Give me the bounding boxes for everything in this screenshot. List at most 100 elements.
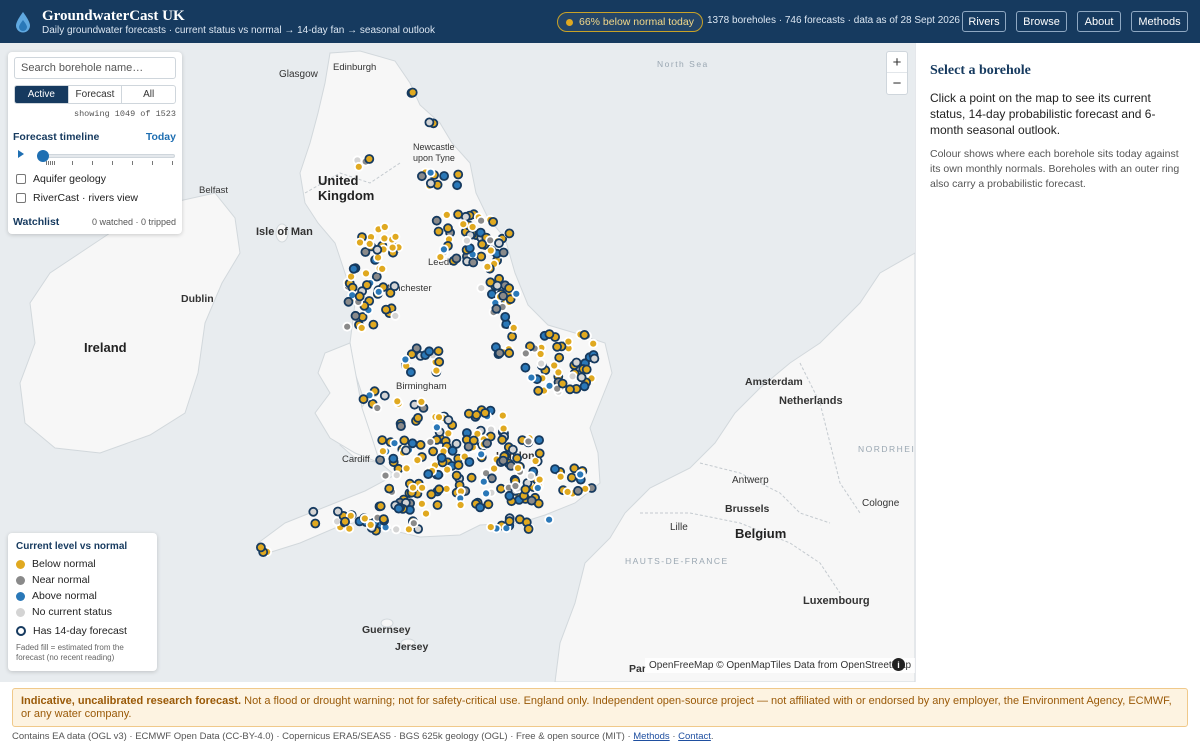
borehole-marker[interactable] bbox=[477, 239, 488, 250]
borehole-marker[interactable] bbox=[497, 434, 508, 445]
borehole-marker[interactable] bbox=[476, 283, 487, 294]
borehole-marker[interactable] bbox=[378, 514, 389, 525]
borehole-marker[interactable] bbox=[425, 437, 436, 448]
timeline-slider-track[interactable] bbox=[40, 154, 175, 158]
borehole-marker[interactable] bbox=[379, 390, 390, 401]
borehole-marker[interactable] bbox=[485, 522, 496, 533]
borehole-marker[interactable] bbox=[332, 506, 343, 517]
borehole-marker[interactable] bbox=[476, 449, 487, 460]
zoom-in-button[interactable]: + bbox=[887, 52, 907, 73]
borehole-marker[interactable] bbox=[498, 291, 509, 301]
borehole-marker[interactable] bbox=[534, 448, 545, 459]
borehole-marker[interactable] bbox=[553, 367, 564, 378]
borehole-marker[interactable] bbox=[438, 244, 449, 255]
borehole-marker[interactable] bbox=[520, 348, 531, 359]
borehole-marker[interactable] bbox=[417, 482, 428, 493]
app-title[interactable]: GroundwaterCast UK bbox=[42, 8, 185, 25]
borehole-marker[interactable] bbox=[405, 367, 416, 378]
borehole-marker[interactable] bbox=[562, 486, 573, 497]
borehole-marker[interactable] bbox=[350, 310, 361, 321]
borehole-marker[interactable] bbox=[544, 380, 555, 391]
borehole-marker[interactable] bbox=[534, 474, 545, 485]
borehole-marker[interactable] bbox=[396, 421, 406, 432]
borehole-marker[interactable] bbox=[458, 219, 469, 230]
borehole-marker[interactable] bbox=[342, 321, 353, 332]
today-button[interactable]: Today bbox=[146, 131, 176, 143]
borehole-marker[interactable] bbox=[424, 346, 435, 357]
borehole-marker[interactable] bbox=[308, 506, 319, 517]
borehole-marker[interactable] bbox=[557, 378, 568, 389]
borehole-marker[interactable] bbox=[483, 499, 494, 510]
borehole-marker[interactable] bbox=[408, 518, 419, 529]
borehole-marker[interactable] bbox=[536, 358, 547, 369]
borehole-marker[interactable] bbox=[498, 455, 509, 466]
checkbox-aquifer-geology[interactable] bbox=[16, 174, 26, 184]
borehole-marker[interactable] bbox=[486, 289, 497, 300]
footer-contact-link[interactable]: Contact bbox=[678, 731, 711, 742]
borehole-marker[interactable] bbox=[566, 472, 577, 483]
borehole-marker[interactable] bbox=[466, 472, 477, 483]
borehole-marker[interactable] bbox=[368, 319, 379, 330]
borehole-marker[interactable] bbox=[408, 482, 418, 493]
borehole-marker[interactable] bbox=[482, 261, 493, 272]
borehole-marker[interactable] bbox=[504, 228, 515, 239]
borehole-marker[interactable] bbox=[433, 346, 444, 357]
borehole-marker[interactable] bbox=[424, 117, 435, 128]
borehole-marker[interactable] bbox=[571, 357, 582, 368]
borehole-marker[interactable] bbox=[391, 470, 402, 481]
borehole-marker[interactable] bbox=[392, 396, 403, 407]
borehole-marker[interactable] bbox=[511, 288, 522, 299]
borehole-marker[interactable] bbox=[372, 403, 383, 413]
borehole-marker[interactable] bbox=[407, 87, 418, 98]
borehole-marker[interactable] bbox=[348, 263, 359, 274]
borehole-marker[interactable] bbox=[373, 252, 383, 263]
borehole-marker[interactable] bbox=[520, 362, 531, 373]
borehole-marker[interactable] bbox=[452, 180, 463, 191]
borehole-marker[interactable] bbox=[526, 471, 536, 482]
zoom-out-button[interactable]: − bbox=[887, 73, 907, 94]
borehole-marker[interactable] bbox=[453, 209, 464, 220]
borehole-marker[interactable] bbox=[439, 171, 450, 181]
borehole-marker[interactable] bbox=[504, 516, 515, 527]
borehole-marker[interactable] bbox=[447, 445, 458, 456]
borehole-marker[interactable] bbox=[412, 455, 423, 466]
borehole-marker[interactable] bbox=[426, 489, 437, 500]
map-attribution[interactable]: OpenFreeMap © OpenMapTiles Data from Ope… bbox=[645, 658, 915, 673]
borehole-marker[interactable] bbox=[467, 222, 478, 232]
borehole-marker[interactable] bbox=[434, 484, 445, 495]
nav-rivers-button[interactable]: Rivers bbox=[962, 11, 1006, 32]
borehole-marker[interactable] bbox=[451, 253, 462, 264]
borehole-marker[interactable] bbox=[451, 470, 462, 481]
borehole-marker[interactable] bbox=[373, 286, 384, 297]
borehole-marker[interactable] bbox=[364, 238, 375, 249]
layer-aquifer-geology[interactable]: Aquifer geology bbox=[16, 173, 106, 185]
borehole-marker[interactable] bbox=[488, 216, 499, 227]
borehole-marker[interactable] bbox=[491, 303, 502, 314]
borehole-marker[interactable] bbox=[364, 154, 375, 164]
borehole-marker[interactable] bbox=[365, 519, 376, 530]
borehole-marker[interactable] bbox=[354, 291, 365, 302]
borehole-marker[interactable] bbox=[413, 412, 423, 423]
borehole-marker[interactable] bbox=[358, 394, 369, 405]
borehole-marker[interactable] bbox=[375, 455, 386, 465]
borehole-marker[interactable] bbox=[534, 435, 544, 446]
borehole-marker[interactable] bbox=[361, 268, 371, 279]
borehole-marker[interactable] bbox=[355, 237, 365, 248]
borehole-marker[interactable] bbox=[576, 372, 587, 383]
borehole-marker[interactable] bbox=[550, 464, 560, 475]
borehole-marker[interactable] bbox=[431, 365, 442, 376]
borehole-marker[interactable] bbox=[555, 471, 566, 482]
layer-rivercast[interactable]: RiverCast · rivers view bbox=[16, 192, 138, 204]
borehole-marker[interactable] bbox=[380, 470, 391, 481]
borehole-marker[interactable] bbox=[340, 516, 351, 527]
borehole-marker[interactable] bbox=[476, 251, 487, 262]
borehole-marker[interactable] bbox=[478, 476, 489, 487]
borehole-marker[interactable] bbox=[492, 280, 503, 291]
borehole-marker[interactable] bbox=[433, 226, 444, 237]
borehole-marker[interactable] bbox=[494, 348, 505, 359]
borehole-marker[interactable] bbox=[443, 415, 454, 425]
borehole-marker[interactable] bbox=[508, 444, 518, 455]
borehole-marker[interactable] bbox=[377, 446, 388, 457]
borehole-marker[interactable] bbox=[389, 281, 400, 292]
borehole-marker[interactable] bbox=[508, 322, 519, 333]
